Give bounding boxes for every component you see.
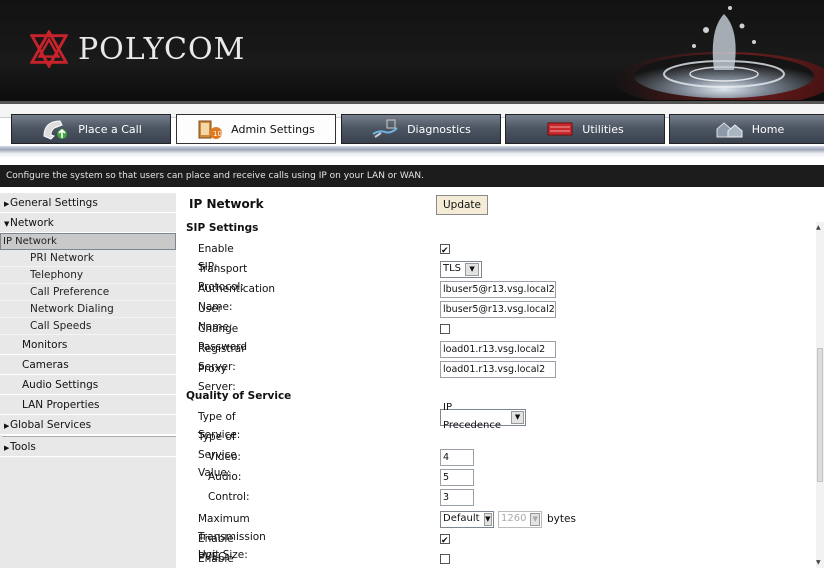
nav-tab-admin-settings[interactable]: 10 Admin Settings: [176, 114, 336, 144]
sidebar-item-call-speeds[interactable]: Call Speeds: [0, 318, 176, 335]
sip-settings-heading: SIP Settings: [186, 222, 259, 234]
polycom-logo: POLYCOM: [30, 30, 245, 68]
audio-tos-input[interactable]: 5: [440, 468, 474, 486]
nav-divider: [0, 146, 824, 158]
transport-protocol-select[interactable]: TLS ▼: [440, 260, 482, 278]
sidebar-item-telephony[interactable]: Telephony: [0, 267, 176, 284]
quality-of-service-heading: Quality of Service: [186, 390, 292, 402]
diagnostics-icon: [371, 118, 399, 140]
main-nav: Place a Call 10 Admin Settings Diagnosti…: [0, 114, 824, 146]
nav-tab-place-a-call[interactable]: Place a Call: [11, 114, 171, 144]
mtu-unit-label: bytes: [547, 513, 576, 525]
sidebar-item-cameras[interactable]: Cameras: [0, 355, 176, 375]
audio-label: Audio:: [208, 471, 242, 483]
sidebar-item-monitors[interactable]: Monitors: [0, 335, 176, 355]
water-splash-image: [614, 6, 824, 100]
video-tos-input[interactable]: 4: [440, 448, 474, 466]
sidebar-item-label: Tools: [10, 441, 36, 453]
sidebar-item-label: Global Services: [10, 419, 92, 431]
user-name-input[interactable]: lbuser5@r13.vsg.local2: [440, 300, 556, 318]
chevron-down-icon: ▼: [465, 262, 480, 276]
mtu-size-value: 1260: [501, 513, 527, 524]
phone-icon: [40, 118, 70, 140]
type-of-service-value: IP Precedence: [443, 402, 502, 431]
sidebar-item-tools[interactable]: ▶Tools: [0, 437, 176, 457]
sidebar-item-call-preference[interactable]: Call Preference: [0, 284, 176, 301]
proxy-server-input[interactable]: load01.r13.vsg.local2: [440, 360, 556, 378]
polycom-logo-icon: [30, 30, 68, 68]
scrollbar-thumb[interactable]: [817, 348, 823, 482]
video-label: Video:: [208, 451, 241, 463]
enable-sip-checkbox[interactable]: [440, 242, 450, 260]
sidebar-item-lan-properties[interactable]: LAN Properties: [0, 395, 176, 415]
chevron-down-icon: ▼: [483, 512, 492, 526]
sidebar-item-network[interactable]: ▼Network: [0, 213, 176, 233]
sidebar-item-general-settings[interactable]: ▶General Settings: [0, 193, 176, 213]
nav-tab-label: Diagnostics: [407, 122, 471, 136]
settings-panel: IP Network Update SIP Settings Enable SI…: [186, 193, 816, 568]
type-of-service-select[interactable]: IP Precedence ▼: [440, 402, 526, 431]
settings-sidebar: ▶General Settings ▼Network IP Network PR…: [0, 193, 176, 568]
registrar-server-input[interactable]: load01.r13.vsg.local2: [440, 340, 556, 358]
mtu-mode-value: Default: [443, 513, 480, 524]
sidebar-item-label: Network: [10, 217, 54, 229]
update-button[interactable]: Update: [436, 195, 488, 215]
change-password-checkbox[interactable]: [440, 324, 450, 334]
page-description: Configure the system so that users can p…: [0, 165, 824, 187]
nav-tab-label: Home: [751, 122, 785, 136]
chevron-down-icon: ▼: [530, 512, 540, 526]
transport-protocol-value: TLS: [443, 263, 462, 274]
header-banner: POLYCOM: [0, 0, 824, 104]
admin-settings-icon: 10: [197, 118, 223, 140]
nav-tab-home[interactable]: Home: [669, 114, 824, 144]
sidebar-item-audio-settings[interactable]: Audio Settings: [0, 375, 176, 395]
nav-tab-label: Admin Settings: [231, 122, 315, 136]
svg-text:10: 10: [213, 130, 222, 138]
control-label: Control:: [208, 491, 250, 503]
mtu-size-select[interactable]: 1260 ▼: [498, 510, 542, 528]
enable-rsvp-label: Enable RSVP:: [198, 553, 234, 565]
enable-rsvp-checkbox[interactable]: [440, 554, 450, 564]
nav-tab-utilities[interactable]: Utilities: [505, 114, 665, 144]
chevron-down-icon: ▼: [511, 410, 524, 424]
sidebar-item-pri-network[interactable]: PRI Network: [0, 250, 176, 267]
nav-tab-label: Place a Call: [78, 122, 142, 136]
utilities-icon: [546, 119, 574, 139]
enable-pvec-checkbox[interactable]: [440, 532, 450, 550]
nav-tab-diagnostics[interactable]: Diagnostics: [341, 114, 501, 144]
sidebar-item-network-dialing[interactable]: Network Dialing: [0, 301, 176, 318]
mtu-mode-select[interactable]: Default ▼: [440, 510, 494, 528]
control-tos-input[interactable]: 3: [440, 488, 474, 506]
home-icon: [714, 119, 744, 139]
vertical-scrollbar[interactable]: ▲ ▼: [816, 222, 824, 568]
page-title: IP Network: [189, 197, 264, 211]
nav-tab-label: Utilities: [582, 122, 624, 136]
sidebar-item-ip-network[interactable]: IP Network: [0, 233, 176, 250]
sidebar-item-global-services[interactable]: ▶Global Services: [0, 415, 176, 435]
brand-name: POLYCOM: [78, 31, 246, 67]
sidebar-item-label: General Settings: [10, 197, 98, 209]
scroll-down-arrow-icon[interactable]: ▼: [816, 559, 821, 566]
scroll-up-arrow-icon[interactable]: ▲: [816, 224, 821, 231]
authentication-name-input[interactable]: lbuser5@r13.vsg.local2: [440, 280, 556, 298]
